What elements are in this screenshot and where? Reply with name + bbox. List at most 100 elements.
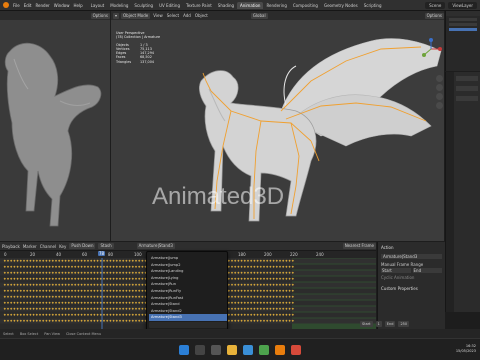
action-list-item[interactable]: Armature|Stand2: [149, 308, 227, 315]
app-icon[interactable]: [291, 344, 301, 355]
stat-triangles-label: Triangles: [116, 59, 132, 64]
action-selector[interactable]: Armature|Stand3: [136, 243, 175, 249]
action-dropdown-menu[interactable]: Armature|Jump Armature|Jump2 Armature|Land…: [146, 251, 228, 331]
tab-texture-paint[interactable]: Texture Paint: [183, 2, 215, 9]
status-bar: Select Box Select Pan View Close Context…: [0, 329, 480, 338]
active-collection-label: (78) Collection | Armature: [116, 35, 161, 40]
properties-field[interactable]: [456, 86, 478, 91]
outliner-row-selected[interactable]: [449, 28, 477, 31]
navigation-gizmo[interactable]: [420, 38, 442, 60]
action-list-item[interactable]: Armature|Stand: [149, 301, 227, 308]
start-frame-value[interactable]: 1: [375, 321, 382, 327]
menu-help[interactable]: Help: [71, 3, 84, 8]
stash-button[interactable]: Stash: [98, 243, 114, 249]
menu-window[interactable]: Window: [52, 3, 72, 8]
action-list-item[interactable]: Armature|Run: [149, 281, 227, 288]
top-bar: File Edit Render Window Help Layout Mode…: [0, 0, 480, 11]
tab-uv-editing[interactable]: UV Editing: [156, 2, 183, 9]
action-list-item[interactable]: Armature|Jump2: [149, 262, 227, 269]
tab-compositing[interactable]: Compositing: [290, 2, 321, 9]
file-explorer-icon[interactable]: [227, 344, 237, 355]
status-box-select: Box Select: [19, 331, 39, 336]
tab-sculpting[interactable]: Sculpting: [131, 2, 156, 9]
tab-layout[interactable]: Layout: [88, 2, 108, 9]
status-select: Select: [3, 331, 14, 336]
action-list-item[interactable]: Armature|Landing: [149, 268, 227, 275]
current-frame-indicator[interactable]: 78: [98, 251, 106, 256]
snapping-selector[interactable]: Nearest Frame: [342, 243, 376, 249]
stat-triangles-value: 137,004: [140, 59, 155, 64]
outliner-row[interactable]: [449, 23, 477, 26]
windows-start-icon[interactable]: [179, 344, 189, 355]
system-clock[interactable]: 16:32 15/05/2023: [456, 344, 476, 354]
status-close-context-menu: Close Context Menu: [65, 331, 102, 336]
properties-field[interactable]: [456, 96, 478, 101]
zoom-icon[interactable]: [436, 75, 443, 82]
menu-playback[interactable]: Playback: [2, 244, 20, 249]
grey-horse-model: [4, 42, 102, 227]
store-icon[interactable]: [259, 344, 269, 355]
menu-render[interactable]: Render: [33, 3, 51, 8]
ruler-tick: 40: [56, 252, 62, 257]
action-section-header[interactable]: Action: [378, 242, 445, 253]
menu-key[interactable]: Key: [59, 244, 66, 249]
ruler-tick: 60: [82, 252, 88, 257]
left-viewport[interactable]: Options: [0, 11, 110, 241]
action-sidebar[interactable]: Action Armature|Stand3 Manual Frame Rang…: [377, 242, 445, 329]
grid-perspective-icon[interactable]: [436, 102, 443, 109]
pan-hand-icon[interactable]: [436, 84, 443, 91]
menu-edit[interactable]: Edit: [22, 3, 34, 8]
workspace-tabs: Layout Modeling Sculpting UV Editing Tex…: [88, 1, 385, 9]
menu-marker[interactable]: Marker: [23, 244, 37, 249]
manual-frame-range-checkbox[interactable]: Manual Frame Range: [381, 262, 442, 267]
blender-taskbar-icon[interactable]: [275, 344, 285, 355]
task-view-icon[interactable]: [211, 344, 221, 355]
dropdown-search-input[interactable]: [149, 322, 227, 328]
frame-range-footer: Start 1 End 250: [360, 321, 410, 327]
action-list-item[interactable]: Armature|Stand3: [149, 314, 227, 321]
os-taskbar: 16:32 15/05/2023: [0, 338, 480, 360]
scene-selector[interactable]: Scene: [425, 1, 446, 9]
start-frame-label: Start: [360, 321, 373, 327]
search-icon[interactable]: [195, 344, 205, 355]
end-frame-value[interactable]: 250: [398, 321, 410, 327]
ruler-tick: 100: [134, 252, 142, 257]
tab-modeling[interactable]: Modeling: [107, 2, 131, 9]
action-editor-header: Playback Marker Channel Key Push Down St…: [0, 242, 376, 251]
tab-geometry-nodes[interactable]: Geometry Nodes: [321, 2, 361, 9]
tab-scripting[interactable]: Scripting: [361, 2, 385, 9]
tab-rendering[interactable]: Rendering: [263, 2, 289, 9]
action-list-item[interactable]: Armature|RunFly: [149, 288, 227, 295]
action-list-item[interactable]: Armature|Lying: [149, 275, 227, 282]
ruler-tick: 20: [30, 252, 36, 257]
ruler-tick: 240: [316, 252, 324, 257]
viewport-stats-overlay: User Perspective (78) Collection | Armat…: [116, 31, 160, 64]
properties-panel[interactable]: [445, 72, 480, 312]
view-layer-selector[interactable]: ViewLayer: [448, 1, 477, 9]
action-list-item[interactable]: Armature|Jump: [149, 255, 227, 262]
action-name-field[interactable]: Armature|Stand3: [381, 254, 442, 259]
frame-start-field[interactable]: Start: [381, 268, 411, 273]
clock-date: 15/05/2023: [455, 349, 476, 353]
status-pan-view: Pan View: [44, 331, 60, 336]
ruler-tick: 180: [238, 252, 246, 257]
frame-end-field[interactable]: End: [412, 268, 442, 273]
edge-browser-icon[interactable]: [243, 344, 253, 355]
tab-animation[interactable]: Animation: [237, 1, 264, 9]
properties-tabs: [446, 72, 454, 312]
outliner-panel[interactable]: [445, 11, 480, 71]
cyclic-animation-checkbox[interactable]: Cyclic Animation: [381, 275, 442, 280]
blender-logo-icon[interactable]: [3, 2, 9, 8]
camera-icon[interactable]: [436, 93, 443, 100]
viewport-nav-buttons: [436, 75, 444, 111]
menu-channel[interactable]: Channel: [40, 244, 56, 249]
properties-field[interactable]: [456, 76, 478, 81]
action-list-item[interactable]: Armature|RunFast: [149, 295, 227, 302]
custom-properties-section[interactable]: Custom Properties: [381, 286, 442, 291]
menu-file[interactable]: File: [11, 3, 22, 8]
push-down-button[interactable]: Push Down: [69, 243, 96, 249]
tab-shading[interactable]: Shading: [215, 2, 237, 9]
end-frame-label: End: [384, 321, 396, 327]
outliner-row[interactable]: [449, 18, 477, 21]
ruler-tick: 200: [264, 252, 272, 257]
